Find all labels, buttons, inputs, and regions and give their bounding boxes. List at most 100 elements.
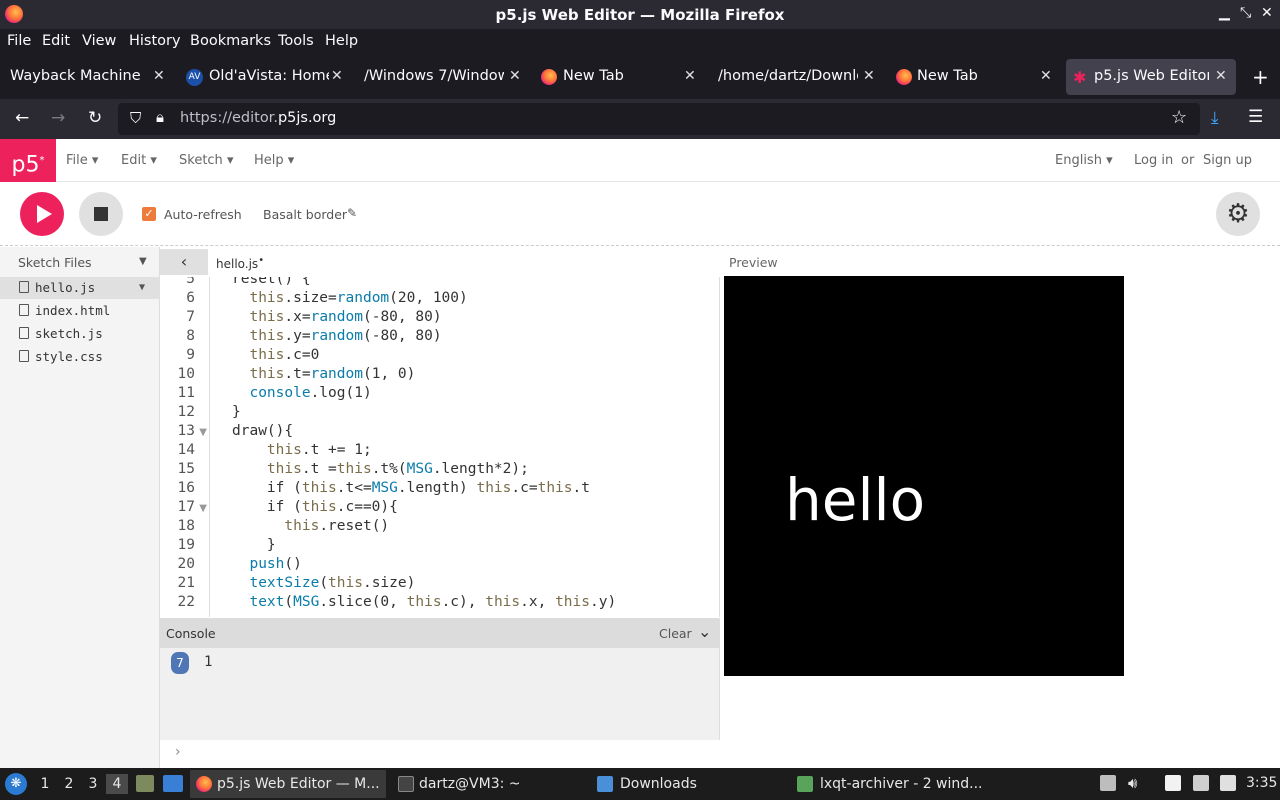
menu-history[interactable]: History	[129, 33, 181, 49]
file-options-icon[interactable]: ▼	[139, 282, 145, 293]
p5-menu-file[interactable]: File ▾	[66, 153, 98, 168]
close-window-button[interactable]: ✕	[1261, 5, 1273, 21]
console-input[interactable]: ›	[160, 740, 720, 768]
code-line[interactable]: reset() {	[232, 277, 311, 287]
file-item-hello-js[interactable]: hello.js ▼	[0, 277, 160, 299]
editor-file-tab[interactable]: hello.js•	[216, 255, 264, 271]
tab-downloads[interactable]: /home/dartz/Downloa ✕	[718, 59, 880, 95]
code-line[interactable]: if (this.t<=MSG.length) this.c=this.t	[232, 480, 590, 496]
tab-p5js-editor[interactable]: ✱ p5.js Web Editor ✕	[1066, 59, 1236, 95]
shield-icon[interactable]: ⛉	[130, 109, 141, 127]
code-line[interactable]: this.reset()	[232, 518, 389, 534]
close-tab-icon[interactable]: ✕	[1215, 68, 1227, 84]
code-line[interactable]: this.y=random(-80, 80)	[232, 328, 441, 344]
tab-newtab-1[interactable]: New Tab ✕	[541, 59, 705, 95]
close-tab-icon[interactable]: ✕	[684, 68, 696, 84]
tab-windows7[interactable]: /Windows 7/Windows ✕	[364, 59, 524, 95]
tab-wayback[interactable]: Wayback Machine ✕	[10, 59, 174, 95]
fold-arrow-icon[interactable]: ▼	[199, 427, 207, 438]
workspace-4[interactable]: 4	[106, 774, 128, 794]
workspace-1[interactable]: 1	[34, 774, 56, 794]
new-tab-button[interactable]: +	[1252, 65, 1269, 89]
sidebar-dropdown-icon[interactable]: ▼	[139, 256, 147, 267]
notes-icon[interactable]	[1165, 775, 1181, 791]
menu-bookmarks[interactable]: Bookmarks	[190, 33, 271, 49]
p5-logo[interactable]: p5*	[0, 139, 56, 182]
menu-edit[interactable]: Edit	[42, 33, 70, 49]
hamburger-menu-icon[interactable]: ☰	[1248, 107, 1263, 127]
code-line[interactable]: this.t =this.t%(MSG.length*2);	[232, 461, 529, 477]
login-link[interactable]: Log in	[1134, 153, 1173, 168]
menu-view[interactable]: View	[82, 33, 116, 49]
url-text[interactable]: https://editor.p5js.org	[180, 110, 336, 126]
code-line[interactable]: this.size=random(20, 100)	[232, 290, 467, 306]
url-bar[interactable]: ⛉ 🔒︎ https://editor.p5js.org ☆	[118, 103, 1200, 135]
code-line[interactable]: }	[232, 537, 276, 553]
play-button[interactable]	[20, 192, 64, 236]
close-tab-icon[interactable]: ✕	[1040, 68, 1052, 84]
collapse-sidebar-button[interactable]: ‹	[160, 249, 208, 275]
downloads-icon[interactable]: ⤓	[1211, 108, 1219, 128]
file-item-index-html[interactable]: index.html	[0, 300, 160, 322]
lock-icon[interactable]: 🔒︎	[156, 108, 164, 126]
taskbar-window-archiver[interactable]: lxqt-archiver - 2 wind...	[790, 770, 986, 798]
back-arrow-icon[interactable]: ←	[15, 108, 29, 128]
close-tab-icon[interactable]: ✕	[509, 68, 521, 84]
console-clear-button[interactable]: Clear	[659, 626, 692, 641]
code-line[interactable]: }	[232, 404, 241, 420]
taskbar-window-terminal[interactable]: dartz@VM3: ~	[390, 770, 586, 798]
network-icon[interactable]	[1193, 775, 1209, 791]
menu-file[interactable]: File	[7, 33, 31, 49]
tab-newtab-2[interactable]: New Tab ✕	[896, 59, 1058, 95]
code-line[interactable]: this.t += 1;	[232, 442, 372, 458]
code-line[interactable]: this.x=random(-80, 80)	[232, 309, 441, 325]
code-line[interactable]: if (this.c==0){	[232, 499, 398, 515]
close-tab-icon[interactable]: ✕	[331, 68, 343, 84]
menu-help[interactable]: Help	[325, 33, 358, 49]
settings-gear-icon[interactable]: ⚙	[1216, 192, 1260, 236]
taskbar-window-downloads[interactable]: Downloads	[590, 770, 786, 798]
forward-arrow-icon[interactable]: →	[51, 108, 65, 128]
volume-icon[interactable]: 🔊︎	[1128, 774, 1137, 792]
language-selector[interactable]: English ▾	[1055, 153, 1113, 168]
p5-menu-sketch[interactable]: Sketch ▾	[179, 153, 233, 168]
clipboard-icon[interactable]	[1100, 775, 1116, 791]
code-line[interactable]: draw(){	[232, 423, 293, 439]
reload-icon[interactable]: ↻	[88, 108, 102, 128]
code-line[interactable]: console.log(1)	[232, 385, 371, 401]
tab-oldavista[interactable]: AV Old'aVista: Home ✕	[186, 59, 350, 95]
close-tab-icon[interactable]: ✕	[863, 68, 875, 84]
code-line[interactable]: text(MSG.slice(0, this.c), this.x, this.…	[232, 594, 616, 610]
menu-tools[interactable]: Tools	[278, 33, 314, 49]
code-line[interactable]: textSize(this.size)	[232, 575, 415, 591]
show-desktop-icon[interactable]	[163, 775, 183, 792]
file-item-sketch-js[interactable]: sketch.js	[0, 323, 160, 345]
maximize-button[interactable]: ⤡	[1240, 5, 1251, 21]
battery-icon[interactable]	[1220, 775, 1236, 791]
stop-button[interactable]	[79, 192, 123, 236]
fold-arrow-icon[interactable]: ▼	[199, 503, 207, 514]
close-tab-icon[interactable]: ✕	[153, 68, 165, 84]
sketch-canvas[interactable]: hello	[724, 276, 1124, 676]
code-line[interactable]: this.t=random(1, 0)	[232, 366, 415, 382]
taskbar-window-p5js[interactable]: p5.js Web Editor — M...	[190, 770, 386, 798]
workspace-3[interactable]: 3	[82, 774, 104, 794]
file-item-style-css[interactable]: style.css	[0, 346, 160, 368]
code-line[interactable]: this.c=0	[232, 347, 319, 363]
auto-refresh-checkbox[interactable]: ✓	[142, 207, 156, 221]
collapse-console-icon[interactable]: ⌄	[698, 622, 711, 641]
start-menu-icon[interactable]: ❋	[5, 773, 27, 795]
code-line[interactable]: push()	[232, 556, 301, 572]
clock[interactable]: 3:35	[1246, 775, 1277, 791]
pencil-icon[interactable]: ✎	[347, 206, 357, 220]
p5-menu-help[interactable]: Help ▾	[254, 153, 294, 168]
minimize-button[interactable]: ▁	[1219, 5, 1230, 21]
p5-menu-edit[interactable]: Edit ▾	[121, 153, 157, 168]
file-manager-icon[interactable]	[136, 775, 154, 792]
workspace-2[interactable]: 2	[58, 774, 80, 794]
sketch-name[interactable]: Basalt border	[263, 207, 347, 222]
window-titlebar: p5.js Web Editor — Mozilla Firefox ▁ ⤡ ✕	[0, 0, 1280, 29]
code-editor[interactable]: 5 6 7 8 9 10 11 12 13 ▼ 14 15 16 17 ▼ 18 19 20 21 22 reset(…	[160, 277, 720, 617]
signup-link[interactable]: Sign up	[1203, 153, 1252, 168]
bookmark-star-icon[interactable]: ☆	[1171, 107, 1187, 128]
